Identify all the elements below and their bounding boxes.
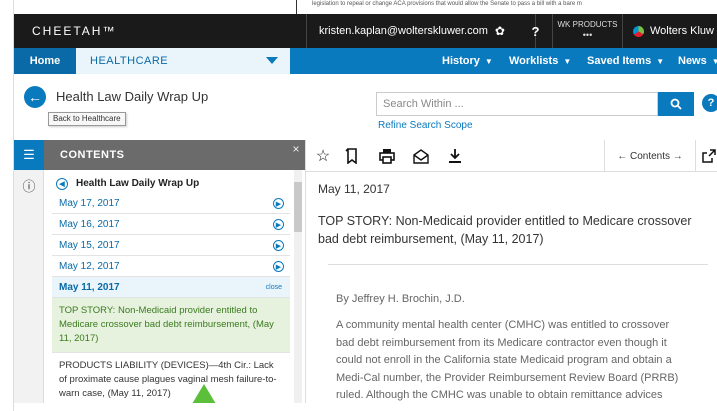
bookmark-icon-shape	[345, 148, 357, 164]
chevron-down-icon: ▼	[484, 56, 493, 66]
toc-date-item-active[interactable]: May 11, 2017 close	[52, 277, 290, 298]
toc-date-label: May 15, 2017	[59, 239, 120, 251]
background-article-text: legislation to repeal or change ACA prov…	[312, 1, 582, 7]
download-icon[interactable]	[444, 145, 466, 167]
toc-active-date-label: May 11, 2017	[59, 281, 120, 293]
main-nav: Home HEALTHCARE History ▼ Worklists ▼ Save…	[14, 48, 717, 74]
document-date: May 11, 2017	[318, 182, 390, 196]
section-label: HEALTHCARE	[90, 55, 169, 67]
contents-header: CONTENTS ×	[44, 140, 305, 170]
bookmark-icon[interactable]	[341, 145, 363, 167]
nav-saved-items[interactable]: Saved Items ▼	[587, 48, 664, 74]
back-tooltip: Back to Healthcare	[48, 112, 126, 126]
back-arrow-icon[interactable]: ←	[24, 86, 46, 108]
document-divider	[328, 264, 708, 265]
left-rail: ☰ ⓘ	[14, 140, 44, 403]
chevron-right-icon[interactable]: ▶	[273, 240, 284, 251]
star-icon[interactable]: ☆	[312, 145, 334, 167]
scrollbar-thumb[interactable]	[294, 182, 302, 232]
chevron-left-icon[interactable]: ◀	[56, 177, 68, 190]
chevron-down-icon: ▼	[656, 56, 665, 66]
toc-close-link[interactable]: close	[266, 284, 282, 291]
nav-saved-items-label: Saved Items	[587, 55, 652, 67]
wolters-kluwer-link[interactable]: Wolters Kluw	[623, 14, 717, 48]
user-menu[interactable]: kristen.kaplan@wolterskluwer.com ✿	[306, 14, 536, 48]
chevron-down-icon: ▼	[563, 56, 572, 66]
brand-logo[interactable]: CHEETAH™	[32, 24, 116, 38]
company-label: Wolters Kluw	[650, 25, 714, 37]
nav-news-label: News	[678, 55, 707, 67]
document-author: By Jeffrey H. Brochin, J.D.	[336, 293, 465, 305]
search-help-button[interactable]: ?	[702, 94, 717, 112]
sub-header: ← Health Law Daily Wrap Up Back to Healt…	[14, 74, 717, 140]
wk-products-label: WK PRODUCTS	[557, 20, 618, 29]
contents-scrollbar[interactable]	[294, 170, 302, 403]
toc-date-item[interactable]: May 16, 2017 ▶	[52, 214, 290, 235]
nav-section-healthcare[interactable]: HEALTHCARE	[76, 48, 290, 74]
screenshot-frame: legislation to repeal or change ACA prov…	[0, 0, 717, 411]
wk-products-button[interactable]: WK PRODUCTS •••	[553, 14, 623, 48]
document-toolbar: ☆ ← Contents →	[306, 140, 717, 172]
nav-history[interactable]: History ▼	[442, 48, 493, 74]
user-email: kristen.kaplan@wolterskluwer.com	[319, 25, 488, 37]
toc-list: ◀ Health Law Daily Wrap Up May 17, 2017 ▶…	[52, 174, 290, 403]
toc-date-label: May 16, 2017	[59, 218, 120, 230]
chevron-down-icon: ▼	[711, 56, 717, 66]
contents-prev-next-nav[interactable]: ← Contents →	[604, 140, 696, 172]
caret-down-icon	[266, 57, 278, 64]
green-pointer-arrow-icon	[192, 384, 216, 403]
document-headline: TOP STORY: Non-Medicaid provider entitle…	[318, 214, 692, 246]
search-button[interactable]	[658, 92, 694, 116]
contents-list-icon[interactable]: ☰	[14, 140, 44, 170]
chevron-right-icon[interactable]: ▶	[273, 261, 284, 272]
help-button[interactable]: ?	[519, 14, 553, 48]
background-divider	[296, 0, 297, 14]
nav-worklists[interactable]: Worklists ▼	[509, 48, 571, 74]
toc-title-label: Health Law Daily Wrap Up	[76, 178, 200, 189]
email-icon-shape	[413, 148, 429, 164]
wolters-kluwer-logo-icon	[633, 25, 644, 37]
document-paragraph: A community mental health center (CMHC) …	[336, 319, 679, 401]
top-header: CHEETAH™ kristen.kaplan@wolterskluwer.co…	[14, 14, 717, 48]
email-icon[interactable]	[410, 145, 432, 167]
external-open-icon-shape	[702, 149, 716, 163]
toc-date-item[interactable]: May 12, 2017 ▶	[52, 256, 290, 277]
toc-title[interactable]: ◀ Health Law Daily Wrap Up	[52, 174, 290, 193]
gear-icon[interactable]: ✿	[495, 24, 505, 38]
document-body: May 11, 2017 TOP STORY: Non-Medicaid pro…	[318, 182, 710, 403]
search-icon	[670, 98, 682, 110]
chevron-right-icon[interactable]: ▶	[273, 198, 284, 209]
nav-worklists-label: Worklists	[509, 55, 559, 67]
contents-heading: CONTENTS	[60, 149, 125, 161]
toc-date-label: May 17, 2017	[59, 197, 120, 209]
contents-panel: CONTENTS × ◀ Health Law Daily Wrap Up Ma…	[44, 140, 306, 403]
print-icon[interactable]	[376, 145, 398, 167]
chevron-right-icon[interactable]: ▶	[273, 219, 284, 230]
document-pane: ☆ ← Contents → May 11, 2017 TOP STORY: N…	[306, 140, 717, 403]
search-input[interactable]: Search Within ...	[376, 92, 658, 116]
page-title: Health Law Daily Wrap Up	[56, 89, 209, 104]
nav-history-label: History	[442, 55, 480, 67]
toc-date-item[interactable]: May 15, 2017 ▶	[52, 235, 290, 256]
toc-date-label: May 12, 2017	[59, 260, 120, 272]
external-open-icon[interactable]	[698, 145, 717, 167]
app-window: CHEETAH™ kristen.kaplan@wolterskluwer.co…	[14, 14, 717, 403]
more-dots-icon: •••	[582, 30, 593, 40]
toc-article-item[interactable]: PRODUCTS LIABILITY (DEVICES)—4th Cir.: L…	[52, 353, 290, 403]
background-margin	[0, 0, 14, 411]
nav-news[interactable]: News ▼	[678, 48, 717, 74]
refine-search-link[interactable]: Refine Search Scope	[378, 120, 473, 131]
toc-story-item[interactable]: TOP STORY: Non-Medicaid provider entitle…	[52, 298, 290, 353]
close-icon[interactable]: ×	[292, 142, 300, 156]
toc-date-item[interactable]: May 17, 2017 ▶	[52, 193, 290, 214]
info-icon[interactable]: ⓘ	[14, 170, 44, 200]
print-icon-shape	[379, 149, 395, 164]
nav-home[interactable]: Home	[14, 48, 76, 74]
download-icon-shape	[449, 149, 461, 163]
